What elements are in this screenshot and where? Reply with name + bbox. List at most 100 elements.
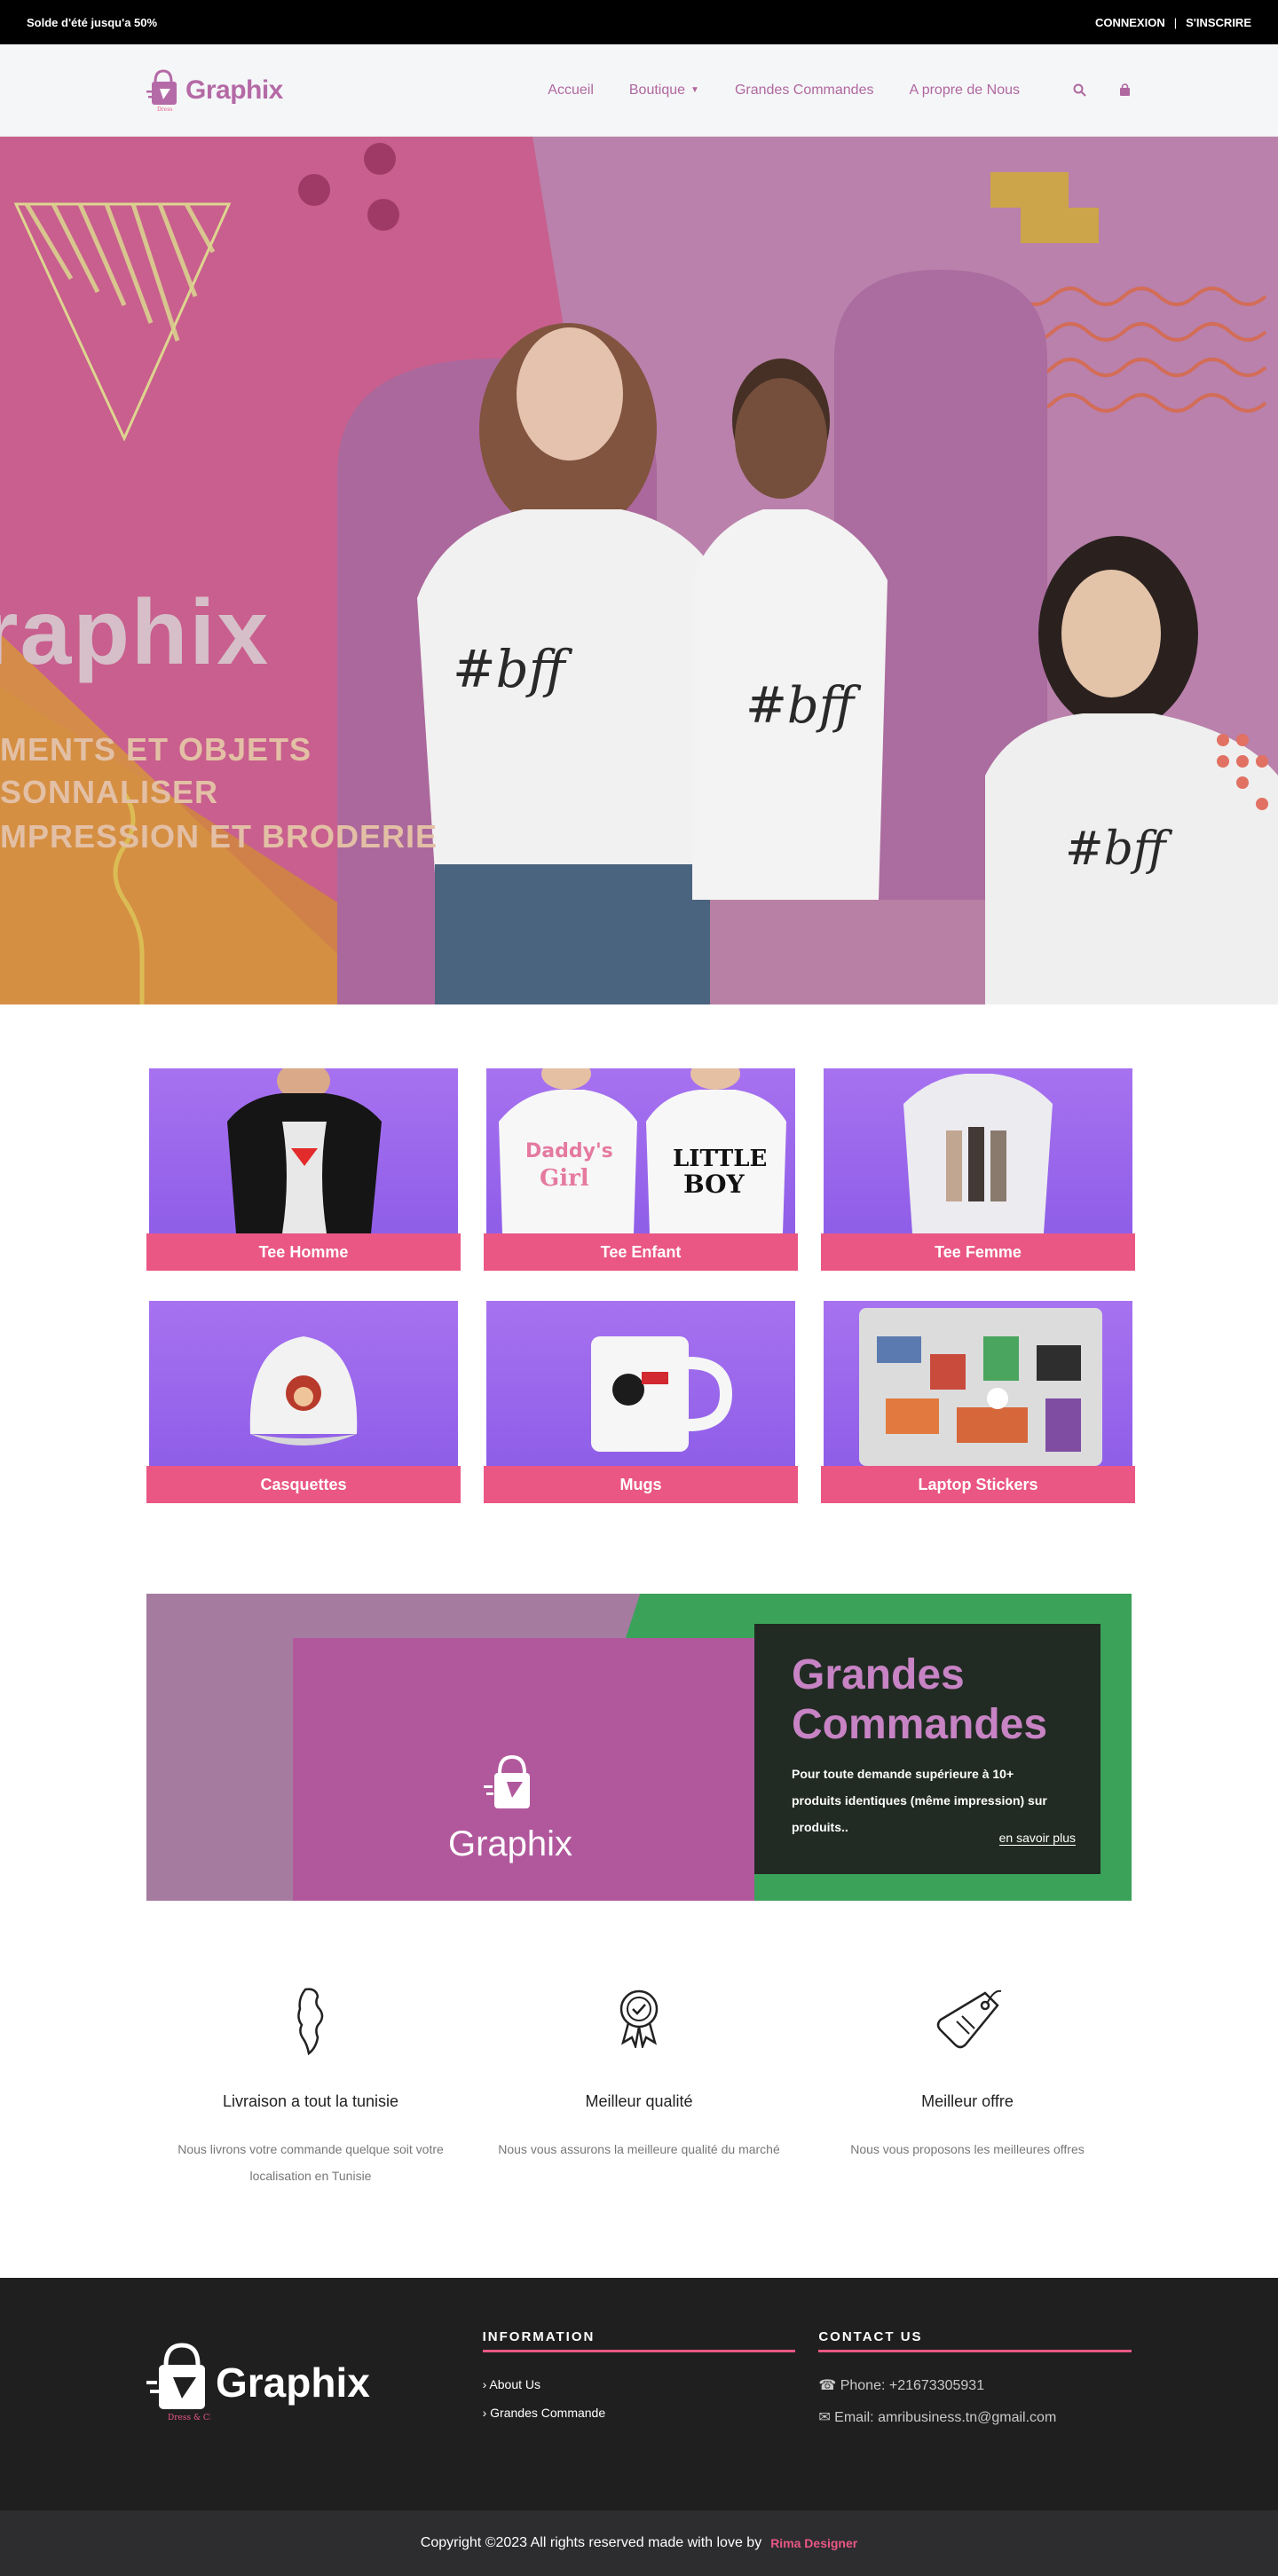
feature-title: Meilleur qualité (585, 2092, 693, 2110)
laptop-icon (859, 1308, 1102, 1466)
nav-shop-label: Boutique (628, 82, 686, 98)
nav-home[interactable]: Accueil (548, 83, 594, 98)
footer-logo[interactable]: Dress & Chic Graphix (146, 2329, 483, 2510)
auth-links: CONNEXION | S'INSCRIRE (1095, 16, 1251, 29)
shopping-bag-logo-icon: Dress & Chic (146, 2343, 210, 2422)
category-label: Tee Femme (821, 1233, 1135, 1271)
footer-brand: Graphix (216, 2359, 370, 2406)
feature-quality: Meilleur qualité Nous vous assurons la m… (475, 1986, 803, 2189)
category-card-tee-enfant[interactable]: Daddy's Girl LITTLE BOY Tee Enfant (484, 1068, 798, 1271)
category-image (486, 1301, 795, 1466)
author-link[interactable]: Rima Designer (770, 2536, 857, 2550)
nav-about[interactable]: A propre de Nous (909, 83, 1020, 98)
footer-contact-title: CONTACT US (818, 2329, 1132, 2352)
women-tshirt-icon (903, 1074, 1053, 1233)
features-section: Livraison a tout la tunisie Nous livrons… (0, 1901, 1278, 2278)
promo-banner-text: Solde d'été jusqu'a 50% (27, 15, 158, 29)
search-icon[interactable] (1073, 83, 1086, 97)
footer-info-title: INFORMATION (482, 2329, 796, 2352)
learn-more-link[interactable]: en savoir plus (998, 1831, 1076, 1846)
category-image (824, 1068, 1132, 1233)
chevron-down-icon: ▼ (690, 85, 699, 95)
top-bar: Solde d'été jusqu'a 50% CONNEXION | S'IN… (0, 0, 1278, 44)
feature-text: Nous vous proposons les meilleures offre… (850, 2142, 1085, 2156)
footer-info-column: INFORMATION › About Us › Grandes Command… (482, 2329, 796, 2510)
brand-name: Graphix (185, 75, 283, 105)
email-text: Email: amribusiness.tn@gmail.com (834, 2410, 1057, 2425)
cart-icon[interactable] (1118, 83, 1132, 97)
nav-shop[interactable]: Boutique ▼ (629, 83, 699, 98)
mug-icon (591, 1336, 733, 1452)
footer-link-label: Grandes Commande (490, 2406, 606, 2420)
tunisia-map-icon (297, 1988, 324, 2056)
shopping-bag-logo-icon (484, 1754, 531, 1808)
hero-line-1: MENTS ET OBJETS (0, 731, 312, 768)
hero-slider: #bff #bff #bff raphix MENTS ET OBJETS SO… (0, 137, 1278, 1004)
feature-text: Nous livrons votre commande quelque soit… (178, 2142, 444, 2183)
category-label: Mugs (484, 1466, 798, 1503)
feature-title: Meilleur offre (921, 2092, 1014, 2110)
svg-text:Dress: Dress (157, 106, 172, 112)
footer-email: ✉ Email: amribusiness.tn@gmail.com (818, 2402, 1132, 2434)
promo-title: Grandes Commandes (792, 1651, 1048, 1748)
promo-card: Grandes Commandes Pour toute demande sup… (754, 1624, 1100, 1874)
category-image: Daddy's Girl LITTLE BOY (486, 1068, 795, 1233)
promo-box-brand: Graphix (448, 1824, 573, 1863)
price-tag-icon (936, 1989, 1002, 2049)
site-header: Dress Graphix Accueil Boutique ▼ Grandes… (0, 44, 1278, 137)
main-nav: Accueil Boutique ▼ Grandes Commandes A p… (548, 83, 1132, 98)
feature-text: Nous vous assurons la meilleure qualité … (498, 2142, 780, 2156)
category-label: Tee Enfant (484, 1233, 798, 1271)
promo-box-logo: Graphix (448, 1753, 572, 1864)
feature-delivery: Livraison a tout la tunisie Nous livrons… (146, 1986, 475, 2189)
nav-bulk-orders[interactable]: Grandes Commandes (735, 83, 874, 98)
footer-contact-column: CONTACT US ☎ Phone: +21673305931 ✉ Email… (818, 2329, 1132, 2510)
category-image (149, 1301, 458, 1466)
shopping-bag-logo-icon: Dress (146, 68, 177, 112)
kids-tshirt-icon: Daddy's Girl LITTLE BOY (499, 1068, 786, 1233)
hero-brand-text: raphix (0, 581, 271, 684)
category-card-laptop-stickers[interactable]: Laptop Stickers (821, 1301, 1135, 1503)
hero-line-3: MPRESSION ET BRODERIE (0, 818, 438, 855)
category-card-tee-homme[interactable]: Tee Homme (146, 1068, 461, 1271)
copyright-text: Copyright ©2023 All rights reserved made… (420, 2535, 762, 2550)
svg-text:Daddy's: Daddy's (525, 1140, 613, 1162)
category-label: Casquettes (146, 1466, 461, 1503)
footer-phone: ☎ Phone: +21673305931 (818, 2370, 1132, 2402)
category-card-mugs[interactable]: Mugs (484, 1301, 798, 1503)
feature-offer: Meilleur offre Nous vous proposons les m… (803, 1986, 1132, 2189)
category-label: Laptop Stickers (821, 1466, 1135, 1503)
category-label: Tee Homme (146, 1233, 461, 1271)
login-link[interactable]: CONNEXION (1095, 16, 1165, 29)
hero-line-2: SONNALISER (0, 774, 219, 810)
auth-separator: | (1173, 15, 1178, 29)
category-image (149, 1068, 458, 1233)
category-card-tee-femme[interactable]: Tee Femme (821, 1068, 1135, 1271)
copyright-bar: Copyright ©2023 All rights reserved made… (0, 2510, 1278, 2576)
site-logo[interactable]: Dress Graphix (146, 68, 283, 112)
cap-icon (249, 1336, 358, 1446)
category-image (824, 1301, 1132, 1466)
envelope-icon: ✉ (818, 2410, 831, 2425)
svg-text:Dress & Chic: Dress & Chic (168, 2414, 210, 2422)
category-card-casquettes[interactable]: Casquettes (146, 1301, 461, 1503)
chevron-right-icon: › (482, 2406, 487, 2420)
svg-text:Girl: Girl (540, 1165, 589, 1192)
footer-link-label: About Us (489, 2377, 540, 2391)
hero-background: #bff #bff #bff (0, 137, 1278, 1004)
category-grid: Tee Homme Daddy's Girl LITTLE BOY Tee En… (0, 1004, 1278, 1553)
svg-text:BOY: BOY (683, 1170, 746, 1199)
tshirt-icon (227, 1068, 382, 1233)
signup-link[interactable]: S'INSCRIRE (1186, 16, 1251, 29)
promo-text: Pour toute demande supérieure à 10+ prod… (792, 1767, 1047, 1834)
chevron-right-icon: › (482, 2377, 487, 2391)
footer-link-bulk[interactable]: › Grandes Commande (483, 2399, 796, 2427)
feature-title: Livraison a tout la tunisie (222, 2092, 399, 2110)
phone-text: Phone: +21673305931 (840, 2378, 985, 2393)
phone-icon: ☎ (818, 2378, 837, 2393)
svg-text:LITTLE: LITTLE (673, 1146, 767, 1172)
award-badge-icon (619, 1989, 659, 2048)
footer-link-about[interactable]: › About Us (483, 2370, 796, 2399)
site-footer: Dress & Chic Graphix INFORMATION › About… (0, 2278, 1278, 2510)
bulk-orders-banner: Graphix Grandes Commandes Pour toute dem… (146, 1594, 1132, 1901)
